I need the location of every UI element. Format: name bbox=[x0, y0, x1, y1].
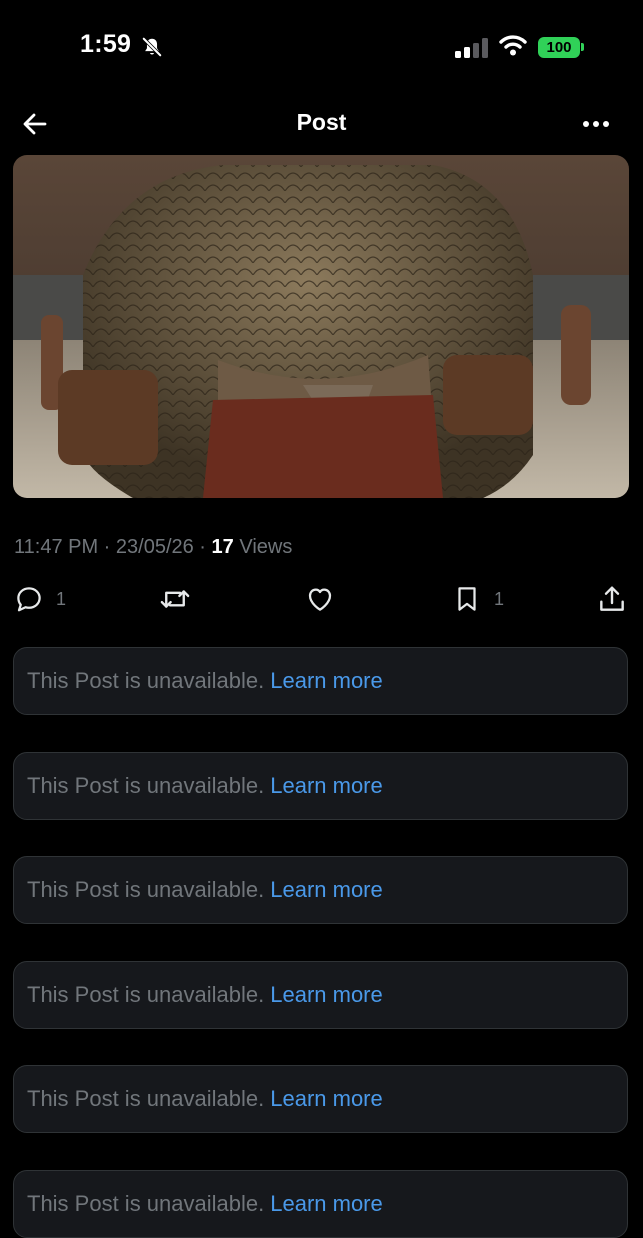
share-icon bbox=[600, 586, 624, 611]
unavailable-message: This Post is unavailable. bbox=[27, 877, 265, 902]
battery-cap bbox=[581, 43, 584, 51]
reply-button[interactable]: 1 bbox=[14, 578, 66, 620]
views-label: Views bbox=[233, 536, 293, 558]
wifi-icon bbox=[499, 35, 527, 56]
learn-more-link[interactable]: Learn more bbox=[270, 668, 383, 694]
unavailable-post-card: This Post is unavailable. Learn more bbox=[13, 1065, 628, 1133]
reply-count: 1 bbox=[56, 588, 67, 609]
learn-more-link[interactable]: Learn more bbox=[270, 982, 383, 1008]
views-count: 17 bbox=[211, 536, 234, 558]
more-horizontal-icon[interactable] bbox=[578, 111, 614, 137]
unavailable-message: This Post is unavailable. bbox=[27, 1191, 265, 1216]
nav-header: Post bbox=[0, 95, 643, 153]
action-bar: 1 1 bbox=[0, 578, 643, 620]
unavailable-message: This Post is unavailable. bbox=[27, 982, 265, 1007]
learn-more-link[interactable]: Learn more bbox=[270, 877, 383, 903]
repost-icon bbox=[160, 590, 190, 608]
learn-more-link[interactable]: Learn more bbox=[270, 1191, 383, 1217]
post-meta: 11:47 PM · 23/05/26 · 17 Views bbox=[14, 536, 292, 559]
share-button[interactable] bbox=[596, 578, 628, 620]
unavailable-message: This Post is unavailable. bbox=[27, 668, 265, 693]
learn-more-link[interactable]: Learn more bbox=[270, 773, 383, 799]
repost-button[interactable] bbox=[158, 578, 192, 620]
gladiator-illustration bbox=[13, 155, 629, 498]
bookmark-icon bbox=[458, 587, 476, 611]
unavailable-post-card: This Post is unavailable. Learn more bbox=[13, 752, 628, 820]
unavailable-post-card: This Post is unavailable. Learn more bbox=[13, 1170, 628, 1238]
status-bar: 1:59 100 bbox=[0, 0, 643, 95]
battery-icon: 100 bbox=[538, 37, 580, 58]
bell-slash-icon bbox=[142, 37, 162, 57]
unavailable-message: This Post is unavailable. bbox=[27, 1086, 265, 1111]
learn-more-link[interactable]: Learn more bbox=[270, 1086, 383, 1112]
signal-icon bbox=[455, 38, 488, 58]
unavailable-post-card: This Post is unavailable. Learn more bbox=[13, 856, 628, 924]
like-button[interactable] bbox=[304, 578, 336, 620]
like-icon bbox=[308, 588, 332, 611]
page-title: Post bbox=[296, 109, 347, 135]
bookmark-count: 1 bbox=[494, 588, 505, 609]
bookmark-button[interactable]: 1 bbox=[452, 578, 504, 620]
status-time: 1:59 bbox=[80, 30, 132, 58]
unavailable-post-card: This Post is unavailable. Learn more bbox=[13, 647, 628, 715]
unavailable-message: This Post is unavailable. bbox=[27, 773, 265, 798]
reply-icon bbox=[17, 587, 41, 612]
post-timestamp: 11:47 PM · 23/05/26 · bbox=[14, 536, 212, 558]
unavailable-post-card: This Post is unavailable. Learn more bbox=[13, 961, 628, 1029]
post-image[interactable] bbox=[13, 155, 629, 498]
